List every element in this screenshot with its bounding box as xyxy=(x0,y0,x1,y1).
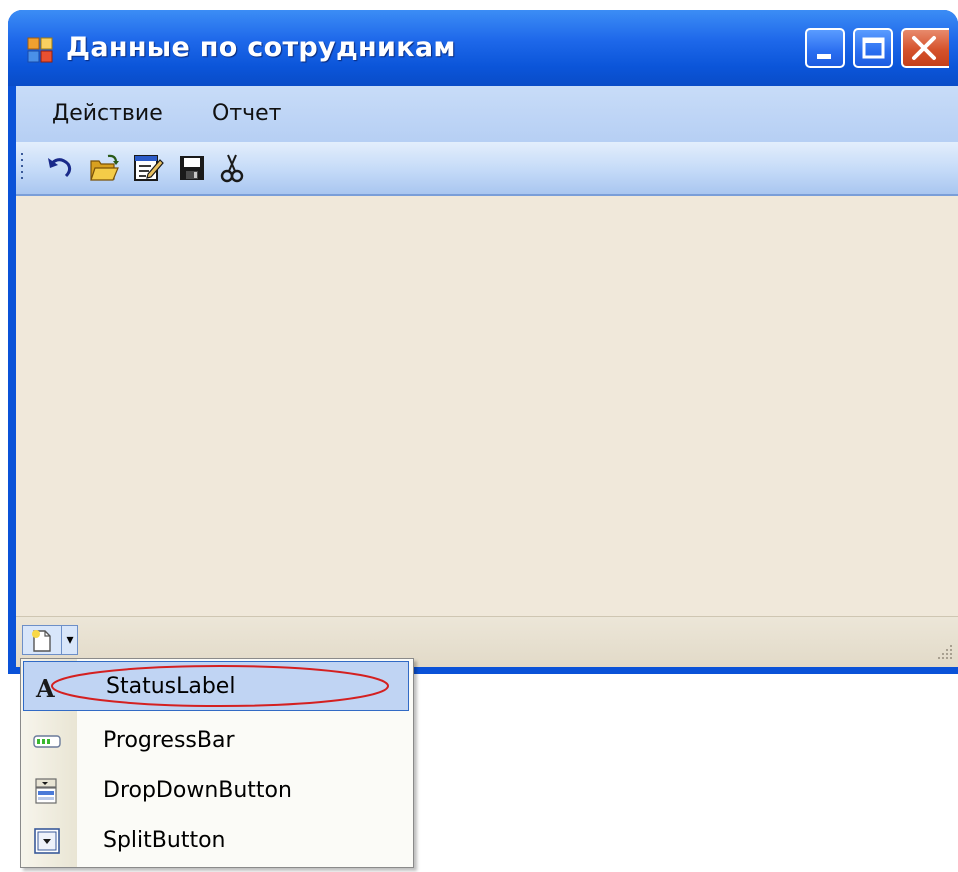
menu-item-progress-bar[interactable]: ProgressBar xyxy=(21,715,413,767)
menu-item-dropdown-button[interactable]: DropDownButton xyxy=(21,765,413,817)
tool-strip xyxy=(16,142,958,196)
menu-item-label: DropDownButton xyxy=(103,778,292,803)
title-bar[interactable]: Данные по сотрудникам xyxy=(8,10,958,86)
resize-grip-icon[interactable] xyxy=(936,643,954,661)
toolbar-grip-icon[interactable] xyxy=(20,152,24,184)
add-status-item-button[interactable]: ▾ xyxy=(22,625,78,655)
menu-item-report[interactable]: Отчет xyxy=(202,86,291,142)
open-folder-icon[interactable] xyxy=(88,152,120,184)
maximize-icon xyxy=(862,37,885,59)
window-title: Данные по сотрудникам xyxy=(66,32,456,63)
split-separator xyxy=(61,626,62,654)
edit-form-icon[interactable] xyxy=(132,152,164,184)
form-content-area xyxy=(16,196,958,616)
menu-item-label: ProgressBar xyxy=(103,728,235,753)
cut-icon[interactable] xyxy=(216,152,248,184)
main-window: Данные по сотрудникам Действие Отчет ▾ xyxy=(8,10,958,674)
minimize-icon xyxy=(817,54,831,59)
save-icon[interactable] xyxy=(176,152,208,184)
menu-item-status-label[interactable]: A StatusLabel xyxy=(23,661,409,711)
new-item-icon xyxy=(32,630,51,652)
add-item-dropdown-menu: A StatusLabel ProgressBar DropDownButton xyxy=(20,658,414,868)
window-client-area: Действие Отчет ▾ xyxy=(16,86,958,667)
close-button[interactable] xyxy=(901,28,949,68)
dropdown-button-icon xyxy=(35,778,57,804)
split-button-icon xyxy=(34,828,60,854)
undo-icon[interactable] xyxy=(44,152,76,184)
menu-item-split-button[interactable]: SplitButton xyxy=(21,815,413,867)
minimize-button[interactable] xyxy=(805,28,845,68)
menu-item-action[interactable]: Действие xyxy=(42,86,173,142)
progress-bar-icon xyxy=(33,735,61,748)
highlight-ellipse-annotation xyxy=(51,665,389,707)
menu-bar: Действие Отчет xyxy=(16,86,958,142)
close-icon xyxy=(912,36,936,60)
maximize-button[interactable] xyxy=(853,28,893,68)
app-window-icon xyxy=(27,37,53,63)
chevron-down-icon[interactable]: ▾ xyxy=(63,626,77,654)
menu-item-label: SplitButton xyxy=(103,828,226,853)
